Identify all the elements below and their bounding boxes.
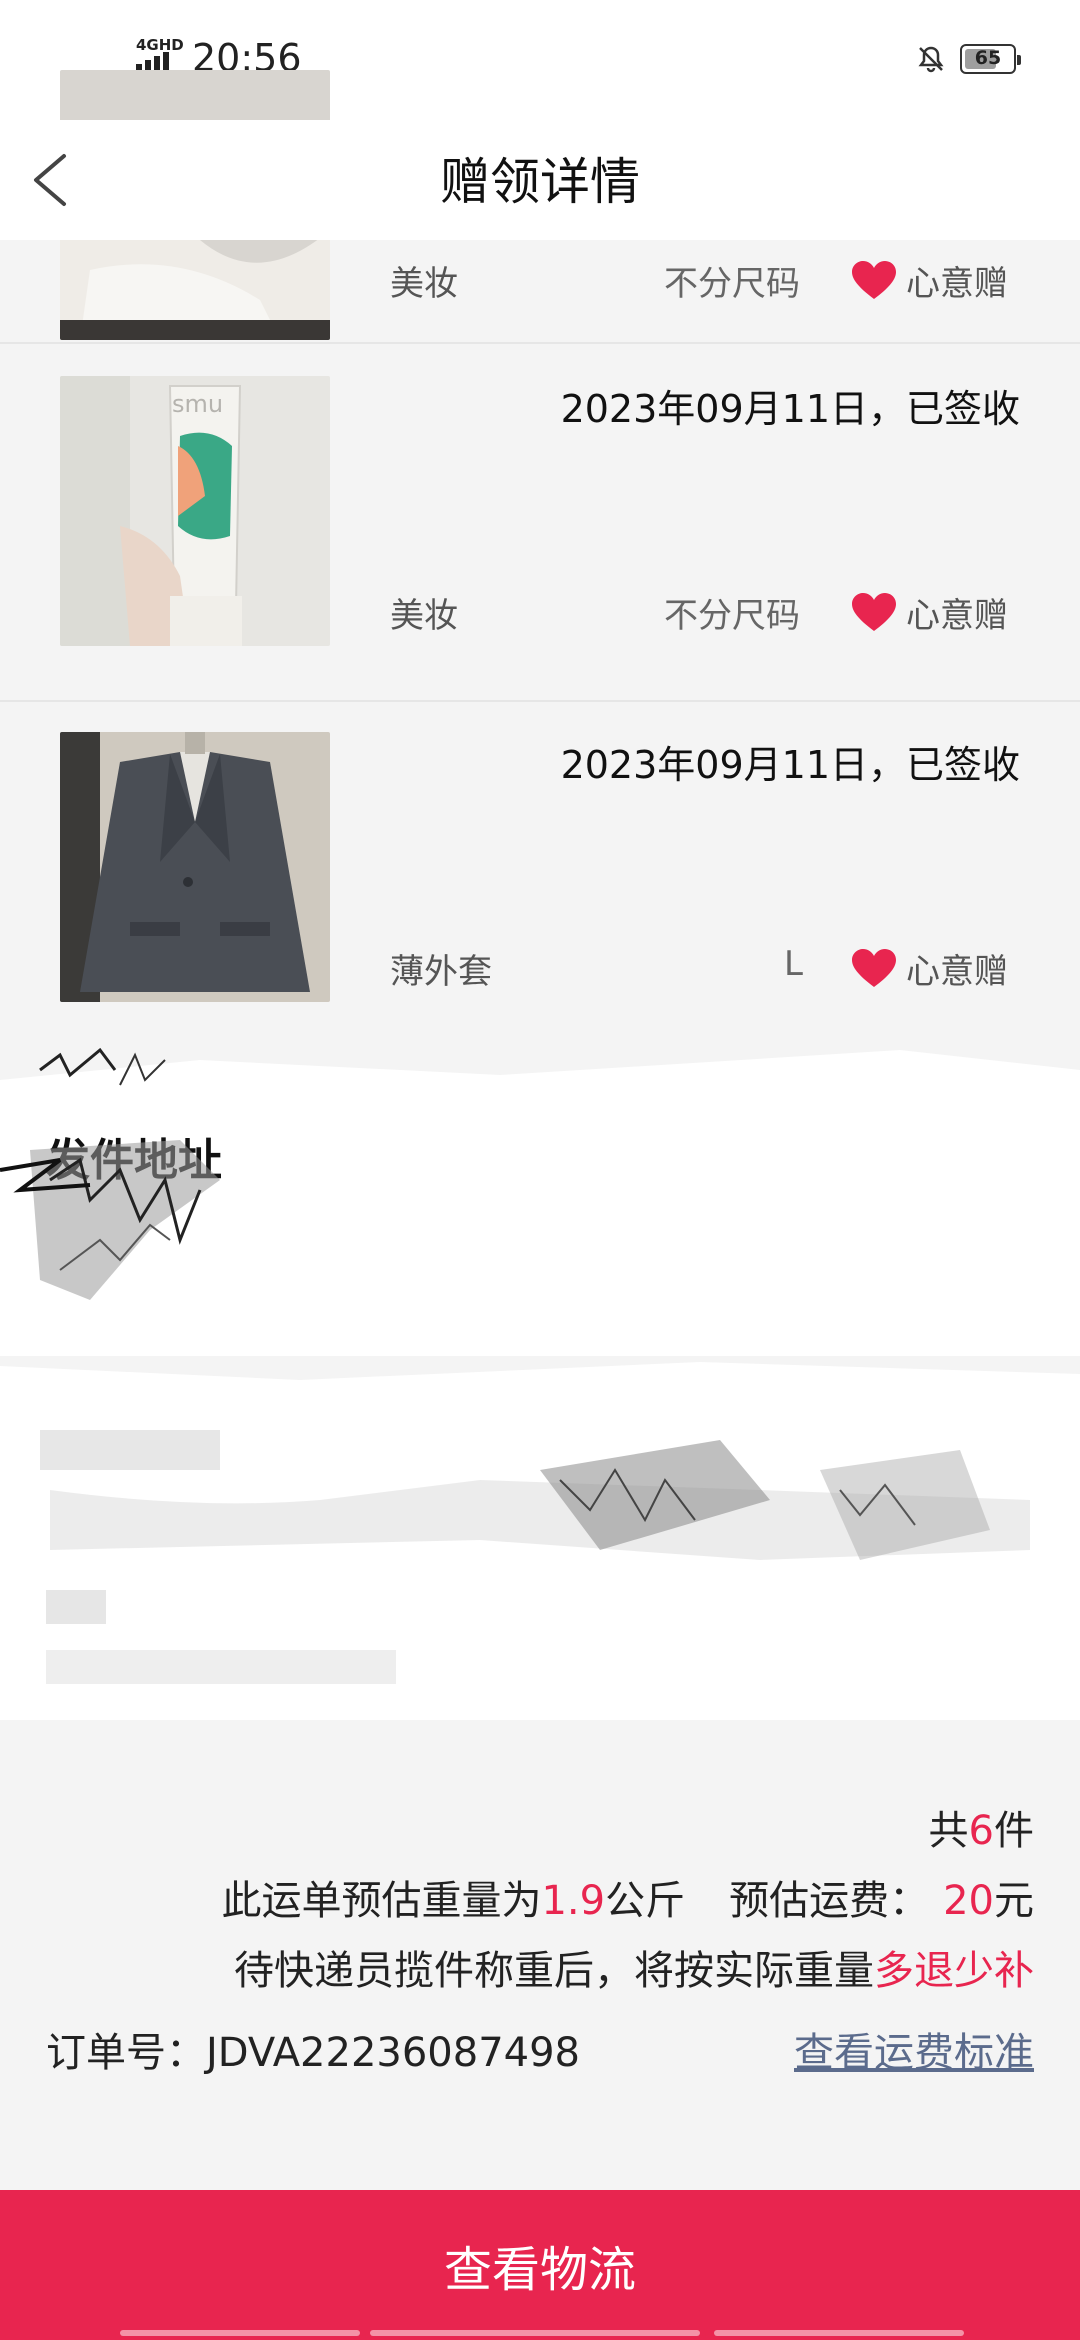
gift-item[interactable]: 2023年09月11日，已签收 薄外套 L 心意赠 — [0, 702, 1080, 1032]
fee-standard-link[interactable]: 查看运费标准 — [794, 2020, 1034, 2078]
gift-type-label: 心意赠 — [906, 596, 1008, 636]
battery-icon: 65 — [960, 44, 1021, 74]
redaction-scribble — [40, 1430, 1030, 1684]
heart-icon — [852, 948, 896, 987]
gift-date: 2023年09月11日，已签收 — [560, 743, 1020, 787]
grey-jacket-photo-icon — [60, 732, 330, 1002]
gift-category: 美妆 — [390, 264, 458, 304]
signal-icon: 4GHD — [136, 36, 186, 74]
gift-category: 薄外套 — [390, 952, 492, 992]
weighing-note: 待快递员揽件称重后，将按实际重量多退少补 — [234, 1948, 1034, 1994]
tab-indicator — [714, 2330, 964, 2336]
gift-thumbnail: smu — [60, 376, 330, 646]
brand-text: smu — [172, 390, 223, 418]
refund-note-highlight: 多退少补 — [874, 1948, 1034, 1994]
redaction-scribble — [0, 1356, 1080, 1390]
gift-type-label: 心意赠 — [906, 264, 1008, 304]
order-number: 订单号：JDVA22236087498 — [46, 2030, 581, 2076]
view-logistics-button[interactable]: 查看物流 — [0, 2190, 1080, 2340]
page-title: 赠领详情 — [440, 153, 640, 211]
weight-value: 1.9 — [541, 1878, 606, 1924]
gift-type: 心意赠 — [852, 944, 1008, 993]
gift-date: 2023年09月11日，已签收 — [560, 387, 1020, 431]
nav-bar: 赠领详情 — [0, 120, 1080, 240]
gift-thumbnail — [60, 732, 330, 1002]
shipping-summary: 共6件 此运单预估重量为1.9公斤 预估运费： 20元 待快递员揽件称重后，将按实际… — [0, 1720, 1080, 2190]
gift-type: 心意赠 — [852, 256, 1008, 305]
gift-size: 不分尺码 — [664, 596, 800, 636]
item-count: 共6件 — [928, 1808, 1034, 1854]
receiver-info-card — [0, 1390, 1080, 1720]
gift-item[interactable]: smu 2023年09月11日，已签收 美妆 不分尺码 心意赠 — [0, 346, 1080, 702]
order-row: 订单号：JDVA22236087498 查看运费标准 — [46, 2020, 1034, 2080]
weight-and-fee: 此运单预估重量为1.9公斤 预估运费： 20元 — [221, 1878, 1034, 1924]
redaction-scribble — [0, 1140, 220, 1300]
sender-address-card: 发件地址 — [0, 1090, 1080, 1356]
fee-value: 20 — [943, 1878, 994, 1924]
item-count-value: 6 — [968, 1808, 994, 1854]
redaction-scribble — [0, 1040, 1080, 1090]
battery-level: 65 — [974, 47, 1002, 69]
tab-indicator — [120, 2330, 360, 2336]
network-type: 4GHD — [136, 36, 184, 54]
cosmetic-tube-photo-icon: smu — [60, 376, 330, 646]
gift-type: 心意赠 — [852, 588, 1008, 637]
gift-size: L — [784, 944, 803, 984]
tab-indicator — [370, 2330, 700, 2336]
bell-mute-icon — [918, 46, 944, 73]
heart-icon — [852, 260, 896, 299]
fee-label: 预估运费： — [729, 1878, 930, 1924]
gift-category: 美妆 — [390, 596, 458, 636]
heart-icon — [852, 592, 896, 631]
gift-type-label: 心意赠 — [906, 952, 1008, 992]
gift-size: 不分尺码 — [664, 264, 800, 304]
